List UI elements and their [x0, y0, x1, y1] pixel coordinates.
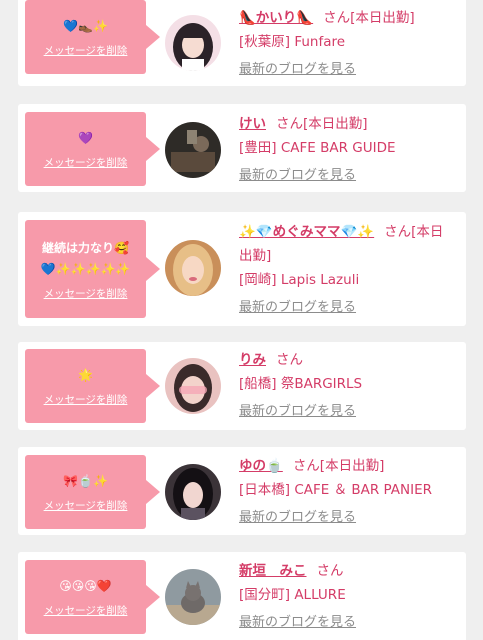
avatar[interactable] [165, 569, 221, 625]
message-card: 🌟 メッセージを削除 りみ さん [船橋] 祭BARGIRLS 最新のブログを見る [18, 342, 466, 430]
message-bubble: 継続は力なり🥰 💙✨✨✨✨✨ メッセージを削除 [25, 220, 160, 318]
message-text: 🌟 [78, 368, 93, 382]
message-card: 😘😘😘❤️ メッセージを削除 新垣 みこ さん [国分町] ALLURE 最新のブ… [18, 552, 466, 640]
shop-label: [国分町] ALLURE [239, 587, 346, 603]
name-suffix: さん[本日出勤] [276, 116, 368, 132]
blog-link[interactable]: 最新のブログを見る [239, 296, 456, 320]
message-text: 💜 [78, 131, 93, 145]
card-info: けい さん[本日出勤] [豊田] CAFE BAR GUIDE 最新のブログを見る [239, 112, 456, 188]
delete-message-link[interactable]: メッセージを削除 [44, 392, 128, 407]
delete-message-link[interactable]: メッセージを削除 [44, 498, 128, 513]
name-suffix: さん [316, 563, 344, 579]
message-list: 💙👞✨ メッセージを削除 👠かいり👠 さん[本日出勤] [秋葉原] Funfare… [0, 0, 483, 640]
shop-label: [豊田] CAFE BAR GUIDE [239, 140, 396, 156]
blog-link[interactable]: 最新のブログを見る [239, 611, 456, 635]
message-bubble: 🌟 メッセージを削除 [25, 349, 160, 423]
message-card: 🎀🍵✨ メッセージを削除 ゆの🍵 さん[本日出勤] [日本橋] CAFE ＆ BA… [18, 447, 466, 535]
blog-link[interactable]: 最新のブログを見る [239, 506, 456, 530]
message-card: 💜 メッセージを削除 けい さん[本日出勤] [豊田] CAFE BAR GUID… [18, 104, 466, 192]
message-bubble: 💙👞✨ メッセージを削除 [25, 0, 160, 74]
message-text: 💙👞✨ [63, 19, 108, 33]
shop-label: [船橋] 祭BARGIRLS [239, 376, 363, 392]
name-link[interactable]: けい [239, 116, 266, 132]
name-link[interactable]: 👠かいり👠 [239, 10, 313, 26]
name-suffix: さん[本日出勤] [323, 10, 415, 26]
avatar[interactable] [165, 15, 221, 71]
name-suffix: さん[本日出勤] [292, 458, 385, 474]
blog-link[interactable]: 最新のブログを見る [239, 400, 456, 424]
card-info: 新垣 みこ さん [国分町] ALLURE 最新のブログを見る [239, 559, 456, 635]
message-bubble: 🎀🍵✨ メッセージを削除 [25, 455, 160, 529]
name-link[interactable]: ゆの🍵 [239, 458, 283, 474]
message-text: 継続は力なり🥰 💙✨✨✨✨✨ [40, 240, 131, 276]
avatar[interactable] [165, 122, 221, 178]
card-info: ゆの🍵 さん[本日出勤] [日本橋] CAFE ＆ BAR PANIER 最新のブ… [239, 454, 456, 530]
shop-label: [秋葉原] Funfare [239, 34, 346, 50]
avatar[interactable] [165, 358, 221, 414]
message-card: 継続は力なり🥰 💙✨✨✨✨✨ メッセージを削除 ✨💎めぐみママ💎✨ さん[本日出勤… [18, 212, 466, 326]
card-info: りみ さん [船橋] 祭BARGIRLS 最新のブログを見る [239, 348, 456, 424]
message-card: 💙👞✨ メッセージを削除 👠かいり👠 さん[本日出勤] [秋葉原] Funfare… [18, 0, 466, 86]
blog-link[interactable]: 最新のブログを見る [239, 58, 456, 82]
name-link[interactable]: りみ [239, 352, 266, 368]
message-text: 😘😘😘❤️ [59, 579, 112, 593]
avatar[interactable] [165, 240, 221, 296]
message-bubble: 💜 メッセージを削除 [25, 112, 160, 186]
name-suffix: さん [276, 352, 303, 368]
card-info: ✨💎めぐみママ💎✨ さん[本日出勤] [岡崎] Lapis Lazuli 最新のブ… [239, 220, 456, 320]
blog-link[interactable]: 最新のブログを見る [239, 164, 456, 188]
shop-label: [岡崎] Lapis Lazuli [239, 272, 360, 288]
delete-message-link[interactable]: メッセージを削除 [44, 43, 128, 58]
name-link[interactable]: ✨💎めぐみママ💎✨ [239, 224, 374, 240]
name-link[interactable]: 新垣 みこ [239, 563, 307, 579]
card-info: 👠かいり👠 さん[本日出勤] [秋葉原] Funfare 最新のブログを見る [239, 6, 456, 82]
delete-message-link[interactable]: メッセージを削除 [44, 286, 128, 301]
message-bubble: 😘😘😘❤️ メッセージを削除 [25, 560, 160, 634]
delete-message-link[interactable]: メッセージを削除 [44, 603, 128, 618]
avatar[interactable] [165, 464, 221, 520]
delete-message-link[interactable]: メッセージを削除 [44, 155, 128, 170]
shop-label: [日本橋] CAFE ＆ BAR PANIER [239, 482, 433, 498]
message-text: 🎀🍵✨ [63, 474, 108, 488]
